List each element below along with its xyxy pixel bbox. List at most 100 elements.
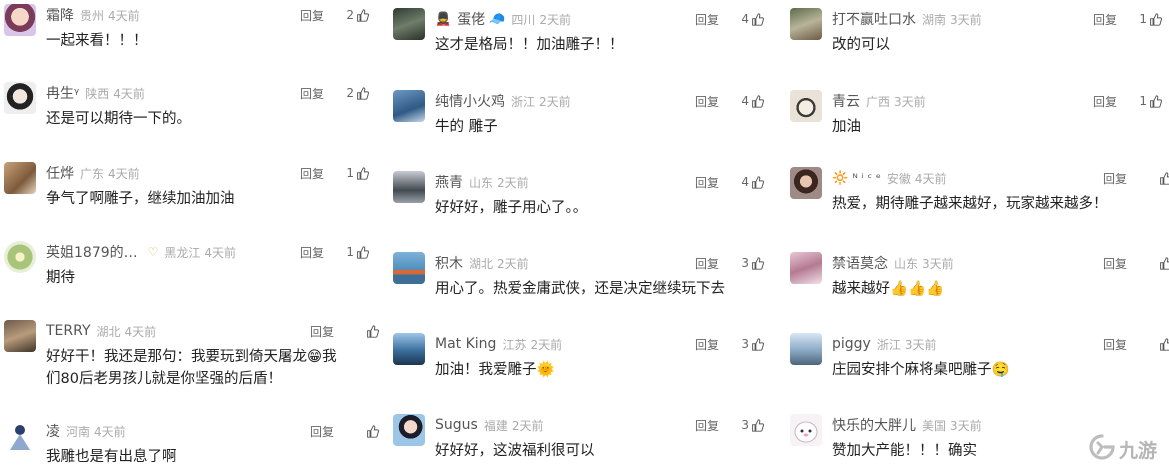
username[interactable]: piggy: [832, 336, 871, 352]
reply-button[interactable]: 回复: [1103, 255, 1143, 272]
comment-item: 🔆 ᴺ ⁱ ᶜ ᵉ 安徽 4天前 回复 热爱，期待雕子越来越好，玩家越来越多！: [790, 167, 1169, 227]
username[interactable]: 青云: [832, 91, 860, 111]
timestamp: 4天前: [108, 8, 140, 23]
user-avatar[interactable]: [4, 241, 36, 273]
user-avatar[interactable]: [393, 333, 425, 365]
like-icon[interactable]: [751, 175, 764, 189]
like-icon[interactable]: [356, 86, 369, 100]
comment-text: 还是可以期待一下的。: [46, 111, 191, 127]
user-avatar[interactable]: [790, 333, 822, 365]
sun-icon: 🔆: [832, 170, 849, 186]
reply-button[interactable]: 回复: [695, 336, 735, 353]
like-icon[interactable]: [356, 8, 369, 22]
comment-text: 一起来看！！！: [46, 33, 148, 49]
comment-column-2: 💂 蛋佬 🧢 四川 2天前 回复 4 这才是格局！！加油雕子！！ 纯情小火鸡 浙…: [393, 0, 768, 471]
username[interactable]: Sugus: [435, 417, 478, 433]
user-avatar[interactable]: [4, 162, 36, 194]
like-icon[interactable]: [751, 418, 764, 432]
like-count: 1: [1139, 94, 1147, 108]
like-icon[interactable]: [751, 337, 764, 351]
comment-item: 💂 蛋佬 🧢 四川 2天前 回复 4 这才是格局！！加油雕子！！: [393, 8, 768, 68]
like-icon[interactable]: [356, 166, 369, 180]
location: 广西: [866, 94, 891, 109]
user-avatar[interactable]: [393, 171, 425, 203]
like-icon[interactable]: [751, 12, 764, 26]
timestamp: 4天前: [914, 171, 947, 186]
reply-button[interactable]: 回复: [300, 85, 340, 102]
username[interactable]: 积木: [435, 253, 463, 273]
user-avatar[interactable]: [4, 420, 36, 452]
username[interactable]: Mat King: [435, 336, 496, 352]
username[interactable]: 霜降: [46, 5, 74, 25]
like-icon[interactable]: [1159, 337, 1169, 351]
username[interactable]: 打不赢吐口水: [832, 9, 916, 29]
location: 黑龙江: [164, 245, 201, 260]
location: 山东: [894, 256, 919, 271]
username[interactable]: 禁语莫念: [832, 253, 888, 273]
user-avatar[interactable]: [790, 90, 822, 122]
like-icon[interactable]: [751, 94, 764, 108]
like-icon[interactable]: [751, 256, 764, 270]
timestamp: 4天前: [94, 424, 126, 439]
like-count: 2: [346, 86, 354, 100]
like-icon[interactable]: [356, 245, 369, 259]
location: 江苏: [502, 337, 527, 352]
comment-column-1: 霜降 贵州 4天前 回复 2 一起来看！！！ 冉生ᵞ 陕西 4天前 回复 2 还…: [4, 0, 379, 471]
username[interactable]: 冉生ᵞ: [46, 83, 79, 103]
reply-button[interactable]: 回复: [1093, 11, 1133, 28]
comment-item: Sugus 福建 2天前 回复 3 好好好，这波福利很可以: [393, 414, 768, 469]
reply-button[interactable]: 回复: [695, 93, 735, 110]
user-avatar[interactable]: [790, 252, 822, 284]
username[interactable]: TERRY: [46, 323, 91, 339]
timestamp: 4天前: [113, 86, 145, 101]
timestamp: 4天前: [108, 166, 140, 181]
location: 安徽: [886, 171, 911, 186]
reply-button[interactable]: 回复: [310, 423, 350, 440]
like-count: 2: [346, 8, 354, 22]
location: 浙江: [511, 94, 536, 109]
reply-button[interactable]: 回复: [695, 174, 735, 191]
user-avatar[interactable]: [4, 4, 36, 36]
like-icon[interactable]: [366, 324, 379, 338]
username[interactable]: 蛋佬: [457, 9, 485, 29]
comment-text: 期待: [46, 270, 75, 286]
like-count: 1: [346, 245, 354, 259]
reply-button[interactable]: 回复: [1103, 336, 1143, 353]
like-count: 3: [741, 256, 749, 270]
username[interactable]: 纯情小火鸡: [435, 91, 505, 111]
reply-button[interactable]: 回复: [695, 11, 735, 28]
user-avatar[interactable]: [790, 167, 822, 199]
reply-button[interactable]: 回复: [300, 7, 340, 24]
reply-button[interactable]: 回复: [1093, 93, 1133, 110]
like-count: 1: [1139, 12, 1147, 26]
username[interactable]: ᴺ ⁱ ᶜ ᵉ: [852, 171, 881, 185]
username[interactable]: 任烨: [46, 163, 74, 183]
like-icon[interactable]: [1159, 256, 1169, 270]
user-avatar[interactable]: [4, 82, 36, 114]
like-icon[interactable]: [366, 424, 379, 438]
reply-button[interactable]: 回复: [300, 165, 340, 182]
reply-button[interactable]: 回复: [310, 323, 350, 340]
user-avatar[interactable]: [790, 414, 822, 446]
like-icon[interactable]: [1149, 94, 1162, 108]
username[interactable]: 燕青: [435, 172, 463, 192]
reply-button[interactable]: 回复: [1103, 170, 1143, 187]
cap-icon: 🧢: [489, 11, 506, 27]
reply-button[interactable]: 回复: [695, 255, 735, 272]
username[interactable]: 英姐1879的…: [46, 242, 138, 262]
like-count: 3: [741, 337, 749, 351]
reply-button[interactable]: 回复: [300, 244, 340, 261]
user-avatar[interactable]: [393, 252, 425, 284]
like-icon[interactable]: [1159, 171, 1169, 185]
user-avatar[interactable]: [790, 8, 822, 40]
like-icon[interactable]: [1149, 12, 1162, 26]
username[interactable]: 凌: [46, 421, 60, 441]
user-avatar[interactable]: [393, 8, 425, 40]
reply-button[interactable]: 回复: [695, 417, 735, 434]
user-avatar[interactable]: [393, 90, 425, 122]
username[interactable]: 快乐的大胖儿: [832, 415, 916, 435]
user-avatar[interactable]: [4, 320, 36, 352]
comment-item: 凌 河南 4天前 回复 我雕也是有出息了啊: [4, 420, 379, 470]
timestamp: 4天前: [204, 245, 237, 260]
user-avatar[interactable]: [393, 414, 425, 446]
